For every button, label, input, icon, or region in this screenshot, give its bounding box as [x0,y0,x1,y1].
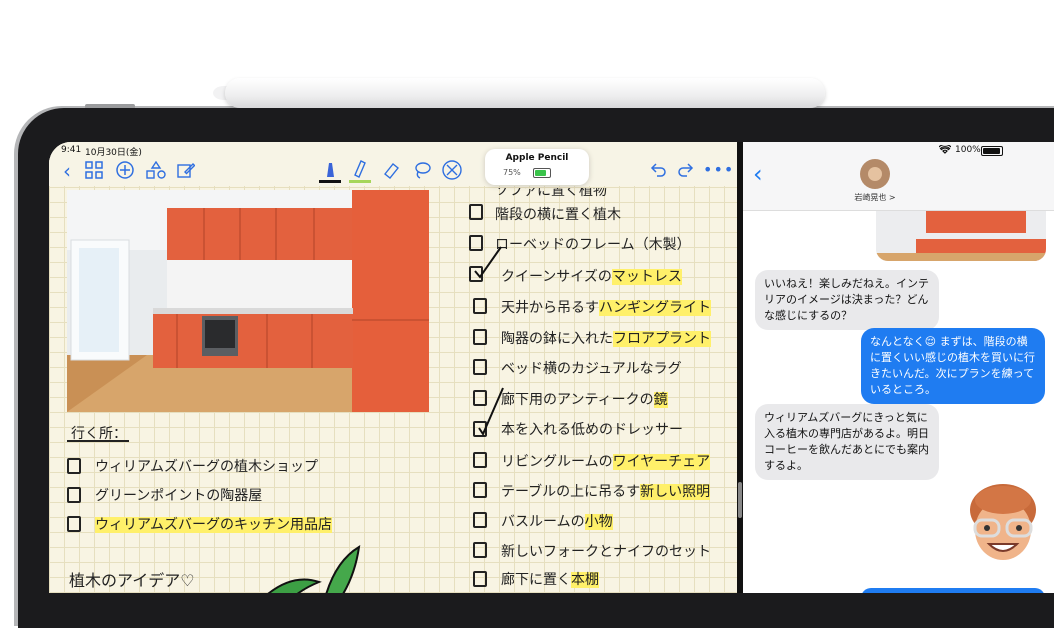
checkbox[interactable] [473,329,487,345]
checkbox[interactable] [473,571,487,587]
list-item: グリーンポイントの陶器屋 [95,488,263,504]
list-item: ベッド横のカジュアルなラグ [501,361,682,377]
highlighted-text: ワイヤーチェア [612,454,711,470]
photo-message[interactable] [876,211,1046,261]
apple-pencil [225,78,825,108]
split-view-handle[interactable] [738,482,742,518]
pencil-popup-title: Apple Pencil [505,153,569,163]
list-item: バスルームの小物 [501,514,613,530]
plant-sketch [239,542,379,593]
list-item: 本を入れる低めのドレッサー [501,422,683,438]
checkbox[interactable] [473,298,487,314]
check-mark [473,245,503,283]
redo-icon[interactable] [677,161,695,184]
battery-icon [981,146,1003,156]
list-item: ウィリアムズバーグのキッチン用品店 [95,517,333,533]
incoming-message[interactable]: ウィリアムズバーグにきっと気に入る植木の専門店があるよ。明日コーヒーを飲んだあと… [755,404,939,480]
checkbox[interactable] [473,452,487,468]
plus-circle-icon[interactable] [116,161,134,184]
memoji-sticker[interactable] [963,480,1043,570]
ideas-heading: 植木のアイデア♡ [69,571,195,590]
outgoing-message[interactable]: なんとなく😌 まずは、階段の横に置くいい感じの植木を買いに行きたいんだ。次にプラ… [861,328,1045,404]
checkbox[interactable] [473,359,487,375]
list-item: クイーンサイズのマットレス [501,269,682,285]
list-item: テーブルの上に吊るす新しい照明 [501,484,711,500]
checkbox[interactable] [473,482,487,498]
highlighted-text: 鏡 [653,392,668,408]
list-item: 廊下に置く本棚 [501,572,599,588]
compose-icon[interactable] [177,161,196,184]
highlighter-tool-icon[interactable] [349,157,371,187]
pen-tool-icon[interactable] [319,157,341,187]
notes-toolbar: 9:41 10月30日(金) ‹ Apple Pencil 75% ••• [49,142,737,186]
highlighted-text: キッチン用品店 [234,517,333,533]
heading-underline [67,440,129,442]
ipad-screen: 9:41 10月30日(金) ‹ Apple Pencil 75% ••• 行く… [49,142,1054,593]
list-item: 陶器の鉢に入れたフロアプラント [501,331,711,347]
checkbox[interactable] [469,204,483,220]
battery-level: 100% [955,145,981,155]
close-circle-icon[interactable] [442,160,462,184]
list-item: 廊下用のアンティークの鏡 [501,392,668,408]
checkbox[interactable] [67,487,81,503]
list-item: 階段の横に置く植木 [495,207,621,223]
highlighted-text: マットレス [611,269,682,285]
shapes-icon[interactable] [146,160,166,184]
chevron-left-icon[interactable]: ‹ [753,160,763,188]
pencil-battery-popup: Apple Pencil 75% [485,149,589,185]
wifi-icon [938,143,952,157]
list-item: リビングルームのワイヤーチェア [501,454,711,470]
notes-canvas[interactable]: 9:41 10月30日(金) ‹ Apple Pencil 75% ••• 行く… [49,142,737,593]
chevron-left-icon[interactable]: ‹ [63,161,71,181]
highlighted-text: フロアプラント [613,331,711,347]
battery-icon [533,168,551,178]
checkbox[interactable] [67,516,81,532]
list-item: 新しいフォークとナイフのセット [501,544,711,560]
list-item: 天井から吊るすハンギングライト [501,300,711,316]
highlighted-text: 新しい照明 [640,484,711,500]
eraser-tool-icon[interactable] [381,160,401,184]
list-item: ウィリアムズバーグの植木ショップ [95,459,319,475]
status-date: 10月30日(金) [85,148,142,158]
ellipsis-icon[interactable]: ••• [703,160,734,180]
lasso-tool-icon[interactable] [412,160,432,184]
checkbox[interactable] [473,512,487,528]
list-item: ローベッドのフレーム（木製） [495,237,691,253]
checkbox[interactable] [67,458,81,474]
status-time: 9:41 [61,145,82,155]
undo-icon[interactable] [649,161,667,184]
messages-header: 100% ‹ 岩崎晃也 > [743,142,1054,211]
messages-pane: 100% ‹ 岩崎晃也 > いいねえ！楽しみだねえ。インテリアのイメージは決まっ… [743,142,1054,593]
checkbox[interactable] [473,542,487,558]
highlighted-text: 本棚 [571,572,599,588]
avatar[interactable] [860,159,890,189]
contact-name[interactable]: 岩崎晃也 > [825,192,925,203]
highlighted-text: ハンギングライト [599,300,711,316]
incoming-message[interactable]: いいねえ！楽しみだねえ。インテリアのイメージは決まった？どんな感じにするの？ [755,270,939,330]
highlighted-text: 小物 [584,514,613,530]
pencil-battery-percent: 75% [503,168,521,177]
outgoing-message[interactable] [861,588,1045,593]
grid-icon[interactable] [85,161,103,184]
kitchen-photo[interactable] [67,190,429,412]
